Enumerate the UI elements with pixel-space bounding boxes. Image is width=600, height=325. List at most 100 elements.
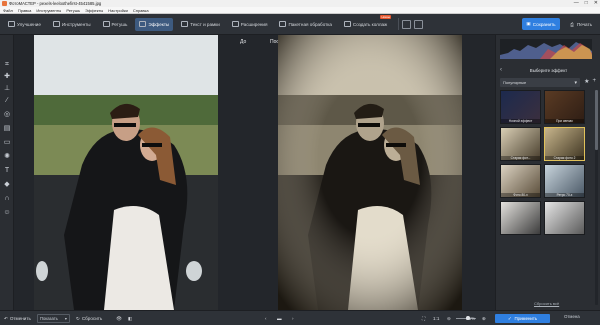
maximize-button[interactable]: □ <box>585 0 588 6</box>
tab-extensions[interactable]: Расширения <box>228 18 272 31</box>
menu-help[interactable]: Справка <box>133 8 149 13</box>
back-arrow-icon[interactable]: ‹ <box>500 67 502 73</box>
effects-grid: Ночной эффект При свечах Старая фот... С… <box>500 90 588 310</box>
effect-thumb[interactable]: При свечах <box>544 90 585 124</box>
crop-tool-icon[interactable]: ⌗ <box>3 61 11 69</box>
effect-thumb[interactable] <box>544 201 585 235</box>
check-icon: ✓ <box>507 315 512 321</box>
chevron-down-icon: ▾ <box>64 316 67 321</box>
window-title: ФотоМАСТЕР - pexels-leeloothefirst-45415… <box>9 1 102 6</box>
menu-settings[interactable]: Настройки <box>108 8 128 13</box>
add-effect-icon[interactable]: + <box>592 78 596 85</box>
effect-caption: Ночной эффект <box>501 119 540 123</box>
zoom-out-icon[interactable]: ⊖ <box>447 314 451 323</box>
zoom-in-icon[interactable]: ⊕ <box>482 314 486 323</box>
menu-edit[interactable]: Правка <box>18 8 32 13</box>
effect-caption: При свечах <box>545 119 584 123</box>
folder-icon[interactable]: ▬ <box>277 314 282 323</box>
bottom-bar: ↶ Отменить Показать ▾ ↻ Сбросить 👁 ◧ ‹ ▬… <box>0 310 600 325</box>
reset-all-link[interactable]: Сбросить всё <box>534 301 559 306</box>
duplicate-icon[interactable] <box>414 19 424 29</box>
print-label: Печать <box>576 21 592 27</box>
brush-tool-icon[interactable]: ∕ <box>3 97 11 105</box>
panel-scrollbar[interactable] <box>595 90 598 305</box>
tab-effects[interactable]: Эффекты <box>135 17 174 31</box>
fit-screen-icon[interactable]: ⛶ <box>422 314 425 323</box>
sliders-icon <box>8 21 15 27</box>
chevron-down-icon: ▾ <box>574 79 577 86</box>
effect-thumb[interactable]: Старая фот... <box>500 127 541 161</box>
new-badge: Новое <box>380 14 392 19</box>
tab-tools[interactable]: Инструменты <box>49 18 95 31</box>
effect-caption: Старая фото 2 <box>545 156 584 160</box>
category-value: Популярные <box>503 80 527 85</box>
menu-retouch[interactable]: Ретушь <box>66 8 80 13</box>
reset-icon: ↻ <box>76 315 80 321</box>
preview-canvas: До После <box>14 35 495 310</box>
tab-retouch[interactable]: Ретушь <box>99 18 132 31</box>
print-button[interactable]: ⎙ Печать <box>570 18 592 30</box>
stamp-tool-icon[interactable]: ⊥ <box>3 85 11 93</box>
zoom-ratio[interactable]: 1:1 <box>433 314 439 323</box>
minimize-button[interactable]: — <box>574 0 579 6</box>
batch-icon <box>279 21 287 27</box>
radial-tool-icon[interactable]: ◎ <box>3 111 11 119</box>
favorite-icon[interactable]: ★ <box>584 78 589 85</box>
compare-select[interactable]: Показать ▾ <box>37 314 70 323</box>
tab-retouch-label: Ретушь <box>111 21 128 27</box>
plus-icon <box>231 21 239 27</box>
apply-label: Применить <box>514 316 538 321</box>
menu-bar: Файл Правка Инструменты Ретушь Эффекты Н… <box>0 7 600 14</box>
brush-icon <box>102 21 110 27</box>
apply-button[interactable]: ✓ Применить <box>495 314 550 323</box>
cancel-button[interactable]: Отмена <box>564 314 580 319</box>
undo-button[interactable]: ↶ Отменить <box>4 314 31 323</box>
tab-batch[interactable]: Пакетная обработка <box>275 18 335 31</box>
prev-image-icon[interactable]: ‹ <box>265 314 267 323</box>
frame-tool-icon[interactable]: ▭ <box>3 139 11 147</box>
crop-icon <box>52 21 60 27</box>
face-tool-icon[interactable]: ☺ <box>3 209 11 217</box>
save-button[interactable]: ▣ Сохранить <box>522 18 560 30</box>
window-titlebar: ФотоМАСТЕР - pexels-leeloothefirst-45415… <box>0 0 600 7</box>
zoom-percent: 25% <box>466 316 476 321</box>
effect-thumb-selected[interactable]: Старая фото 2 <box>544 127 585 161</box>
tab-extensions-label: Расширения <box>240 21 268 27</box>
scrollbar-thumb[interactable] <box>595 90 598 150</box>
preview-eye-icon[interactable]: 👁 <box>116 314 122 323</box>
tab-enhance[interactable]: Улучшение <box>4 18 45 31</box>
printer-icon: ⎙ <box>570 21 574 27</box>
tab-collage[interactable]: Создать коллаж Новое <box>340 14 392 31</box>
tab-enhance-label: Улучшение <box>17 21 41 27</box>
save-label: Сохранить <box>532 21 556 27</box>
effect-thumb[interactable] <box>500 201 541 235</box>
effect-thumb[interactable]: Ночной эффект <box>500 90 541 124</box>
undo-label: Отменить <box>9 316 31 321</box>
menu-file[interactable]: Файл <box>3 8 13 13</box>
reset-label: Сбросить <box>81 316 103 321</box>
panel-header: ‹ Выберите эффект <box>496 65 600 75</box>
text-tool-icon[interactable]: T <box>3 167 11 175</box>
curve-tool-icon[interactable]: ∩ <box>3 195 11 203</box>
tab-tools-label: Инструменты <box>61 21 91 27</box>
undo-icon: ↶ <box>4 315 8 321</box>
light-tool-icon[interactable]: ✺ <box>3 153 11 161</box>
heal-tool-icon[interactable]: ✚ <box>3 73 11 81</box>
category-select[interactable]: Популярные ▾ <box>500 78 580 87</box>
effect-caption: Ретро 70-х <box>545 193 584 197</box>
histogram <box>500 39 592 59</box>
gradient-tool-icon[interactable]: ▤ <box>3 125 11 133</box>
fill-tool-icon[interactable]: ◆ <box>3 181 11 189</box>
tab-text-frames[interactable]: Текст и рамки <box>177 18 224 31</box>
fullscreen-icon[interactable] <box>402 19 412 29</box>
menu-effects[interactable]: Эффекты <box>85 8 103 13</box>
effects-panel: ‹ Выберите эффект Популярные ▾ ★ + Ночно… <box>495 35 600 310</box>
menu-tools[interactable]: Инструменты <box>36 8 61 13</box>
close-button[interactable]: ✕ <box>594 0 598 6</box>
next-image-icon[interactable]: › <box>292 314 294 323</box>
reset-button[interactable]: ↻ Сбросить <box>76 314 102 323</box>
split-view-icon[interactable]: ◧ <box>128 314 132 323</box>
panel-title: Выберите эффект <box>529 67 568 73</box>
effect-thumb[interactable]: Фото 80-х <box>500 164 541 198</box>
effect-thumb[interactable]: Ретро 70-х <box>544 164 585 198</box>
